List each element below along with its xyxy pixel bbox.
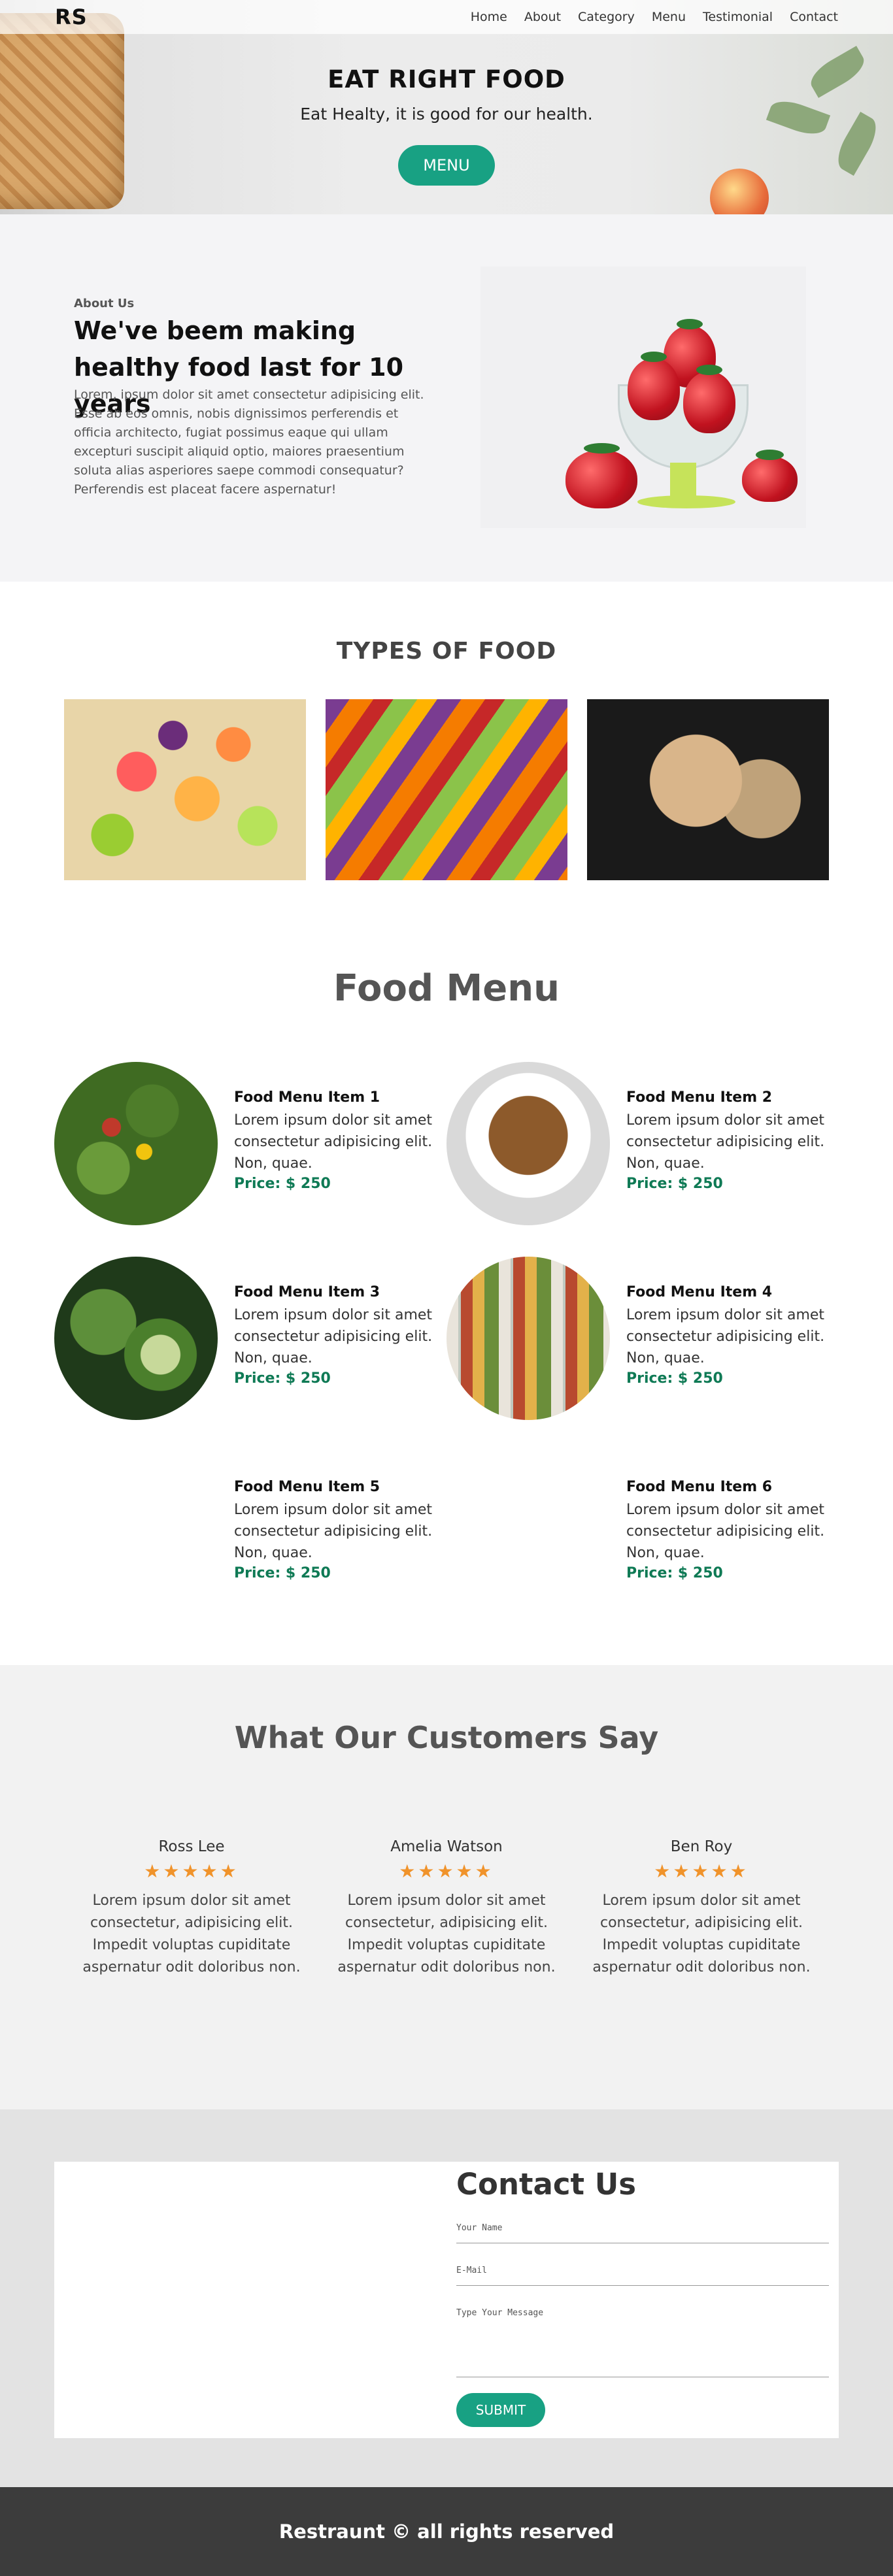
menu-item-name: Food Menu Item 2 [626, 1089, 773, 1106]
menu-item-desc: Lorem ipsum dolor sit amet consectetur a… [234, 1502, 433, 1561]
menu-item-name: Food Menu Item 3 [234, 1284, 380, 1300]
menu-item[interactable]: Food Menu Item 5 Lorem ipsum dolor sit a… [54, 1451, 446, 1615]
submit-button[interactable]: SUBMIT [456, 2393, 545, 2427]
menu-item-desc: Lorem ipsum dolor sit amet consectetur a… [626, 1307, 825, 1366]
apple-image [710, 169, 769, 214]
menu-item-price: Price: $ 250 [626, 1565, 723, 1581]
message-field[interactable]: Type Your Message [456, 2305, 829, 2377]
types-title: TYPES OF FOOD [336, 638, 557, 665]
about-body: Lorem, ipsum dolor sit amet consectetur … [74, 388, 424, 497]
nav-links: Home About Category Menu Testimonial Con… [471, 10, 838, 24]
menu-title: Food Menu [333, 967, 560, 1010]
strawberry-image [480, 267, 806, 528]
menu-item-price: Price: $ 250 [234, 1565, 331, 1581]
star-rating-icon: ★★★★★ [654, 1860, 749, 1882]
strawberry [565, 443, 637, 508]
testimonial-name: Ross Lee [158, 1838, 225, 1855]
contact-section: Contact Us Your Name E-Mail Type Your Me… [0, 2109, 893, 2487]
strawberry [683, 365, 735, 433]
testimonial-card: Amelia Watson ★★★★★ Lorem ipsum dolor si… [332, 1838, 561, 1979]
menu-item-price: Price: $ 250 [234, 1176, 331, 1192]
footer: Restraunt © all rights reserved [0, 2487, 893, 2576]
menu-item-desc: Lorem ipsum dolor sit amet consectetur a… [234, 1112, 433, 1172]
menu-item[interactable]: Food Menu Item 6 Lorem ipsum dolor sit a… [446, 1451, 839, 1615]
nav-link-contact[interactable]: Contact [790, 10, 838, 24]
bowl-base [637, 495, 735, 508]
food-menu-section: Food Menu Food Menu Item 1 Lorem ipsum d… [0, 938, 893, 1665]
avocado-greens-image [54, 1257, 218, 1420]
menu-item-desc: Lorem ipsum dolor sit amet consectetur a… [234, 1307, 433, 1366]
granola-bowl-image [446, 1062, 610, 1225]
menu-item[interactable]: Food Menu Item 3 Lorem ipsum dolor sit a… [54, 1257, 446, 1420]
testimonials-section: What Our Customers Say Ross Lee ★★★★★ Lo… [0, 1665, 893, 2109]
star-rating-icon: ★★★★★ [399, 1860, 494, 1882]
email-field[interactable]: E-Mail [456, 2263, 829, 2286]
menu-button[interactable]: MENU [398, 145, 495, 186]
testimonial-text: Lorem ipsum dolor sit amet consectetur, … [82, 1892, 301, 1975]
testimonial-name: Amelia Watson [390, 1838, 503, 1855]
menu-item-desc: Lorem ipsum dolor sit amet consectetur a… [626, 1502, 825, 1561]
menu-item-name: Food Menu Item 4 [626, 1284, 773, 1300]
contact-card: Contact Us Your Name E-Mail Type Your Me… [54, 2162, 839, 2438]
vegetables-image[interactable] [326, 699, 567, 880]
menu-item-name: Food Menu Item 1 [234, 1089, 380, 1106]
fruit-platter-image[interactable] [64, 699, 306, 880]
about-section: About Us We've beem making healthy food … [0, 214, 893, 582]
nav-link-home[interactable]: Home [471, 10, 507, 24]
menu-item[interactable]: Food Menu Item 1 Lorem ipsum dolor sit a… [54, 1062, 446, 1225]
menu-item-price: Price: $ 250 [626, 1370, 723, 1387]
star-rating-icon: ★★★★★ [144, 1860, 239, 1882]
grains-image[interactable] [587, 699, 829, 880]
contact-title: Contact Us [456, 2167, 637, 2202]
strawberry [628, 352, 680, 420]
name-field-placeholder: Your Name [456, 2223, 503, 2233]
footer-text: Restraunt © all rights reserved [278, 2520, 615, 2543]
menu-item[interactable]: Food Menu Item 4 Lorem ipsum dolor sit a… [446, 1257, 839, 1420]
testimonial-name: Ben Roy [670, 1838, 733, 1855]
about-label: About Us [74, 297, 135, 310]
nav-link-about[interactable]: About [524, 10, 561, 24]
testimonial-card: Ross Lee ★★★★★ Lorem ipsum dolor sit ame… [77, 1838, 306, 1979]
testimonial-text: Lorem ipsum dolor sit amet consectetur, … [592, 1892, 811, 1975]
nav-link-testimonial[interactable]: Testimonial [703, 10, 773, 24]
menu-item-price: Price: $ 250 [626, 1176, 723, 1192]
nav-link-category[interactable]: Category [578, 10, 635, 24]
hero-subtitle: Eat Healty, it is good for our health. [300, 105, 593, 124]
menu-item-price: Price: $ 250 [234, 1370, 331, 1387]
strawberry [742, 450, 798, 502]
types-section: TYPES OF FOOD [0, 582, 893, 938]
hero-title: EAT RIGHT FOOD [328, 65, 565, 93]
testimonial-card: Ben Roy ★★★★★ Lorem ipsum dolor sit amet… [587, 1838, 816, 1979]
menu-item-name: Food Menu Item 5 [234, 1479, 380, 1495]
meal-prep-image [446, 1257, 610, 1420]
testimonials-title: What Our Customers Say [234, 1720, 659, 1755]
testimonial-text: Lorem ipsum dolor sit amet consectetur, … [337, 1892, 556, 1975]
name-field[interactable]: Your Name [456, 2221, 829, 2243]
salad-image [54, 1062, 218, 1225]
nav-link-menu[interactable]: Menu [652, 10, 686, 24]
navbar: RS Home About Category Menu Testimonial … [0, 0, 893, 34]
menu-item-name: Food Menu Item 6 [626, 1479, 773, 1495]
menu-item[interactable]: Food Menu Item 2 Lorem ipsum dolor sit a… [446, 1062, 839, 1225]
menu-item-desc: Lorem ipsum dolor sit amet consectetur a… [626, 1112, 825, 1172]
site-logo[interactable]: RS [55, 5, 88, 29]
email-field-placeholder: E-Mail [456, 2266, 487, 2275]
message-field-placeholder: Type Your Message [456, 2308, 544, 2318]
